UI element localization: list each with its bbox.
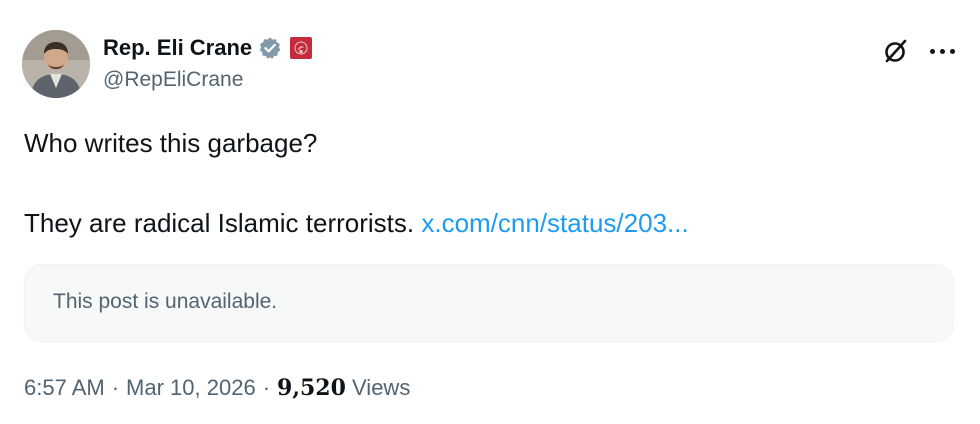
- tweet: Rep. Eli Crane @RepEliCrane Who writes t…: [0, 0, 980, 424]
- grok-button[interactable]: [881, 36, 911, 66]
- more-icon: [929, 48, 935, 54]
- author-name-row: Rep. Eli Crane: [103, 34, 313, 62]
- views-count[interactable]: 9,520: [277, 375, 346, 401]
- author-handle[interactable]: @RepEliCrane: [103, 68, 243, 92]
- post-metadata: 6:57 AM · Mar 10, 2026 · 9,520 Views: [24, 375, 410, 401]
- avatar[interactable]: [22, 30, 90, 98]
- quoted-post-card[interactable]: This post is unavailable.: [24, 264, 954, 342]
- post-text-line-1: Who writes this garbage?: [24, 128, 318, 158]
- author-display-name[interactable]: Rep. Eli Crane: [103, 35, 252, 61]
- post-text-line-2: They are radical Islamic terrorists. x.c…: [24, 208, 689, 239]
- more-options-button[interactable]: [925, 36, 959, 66]
- separator: ·: [111, 375, 120, 400]
- post-date[interactable]: Mar 10, 2026: [126, 375, 256, 400]
- unavailable-message: This post is unavailable.: [53, 290, 278, 313]
- user-photo-icon: [22, 30, 90, 98]
- post-link[interactable]: x.com/cnn/status/203...: [421, 208, 688, 238]
- verified-badge-icon[interactable]: [258, 36, 282, 60]
- grok-icon: [885, 39, 907, 63]
- separator: ·: [262, 375, 271, 400]
- post-time[interactable]: 6:57 AM: [24, 375, 105, 400]
- views-label: Views: [352, 375, 411, 400]
- affiliation-badge-icon[interactable]: [290, 37, 313, 59]
- post-text: They are radical Islamic terrorists.: [24, 208, 415, 238]
